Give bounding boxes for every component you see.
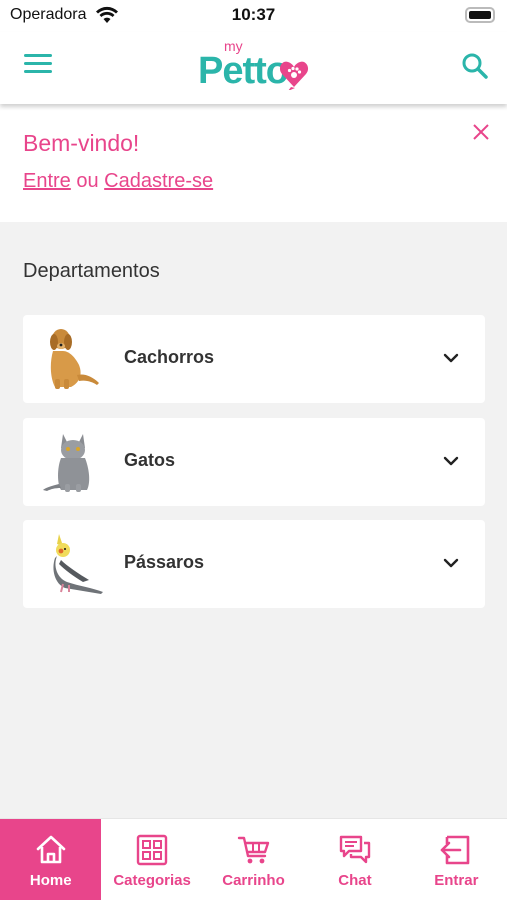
department-label: Pássaros <box>124 552 205 572</box>
department-label: Gatos <box>124 450 176 470</box>
tab-categorias[interactable]: Categorias <box>101 819 202 900</box>
status-bar: Operadora 10:37 <box>0 0 507 32</box>
signup-link[interactable]: Cadastre-se <box>104 170 213 192</box>
cat-image <box>43 434 90 492</box>
clock: 10:37 <box>231 5 276 24</box>
hamburger-icon <box>24 54 52 57</box>
close-icon[interactable] <box>471 122 491 142</box>
welcome-title: Bem-vindo! <box>23 130 140 156</box>
tab-chat[interactable]: Chat <box>304 819 405 900</box>
department-card-passaros[interactable]: Pássaros <box>23 520 485 608</box>
search-icon[interactable] <box>461 52 489 80</box>
tab-label: Entrar <box>434 872 479 889</box>
bottom-tab-bar: Home Categorias Carrinho Chat Entrar <box>0 818 507 900</box>
tab-entrar[interactable]: Entrar <box>406 819 507 900</box>
logo-petto-text: Petto <box>198 50 289 92</box>
menu-button[interactable] <box>24 54 52 80</box>
app-header: my Petto <box>0 32 507 104</box>
department-label: Cachorros <box>124 347 215 367</box>
chevron-down-icon <box>443 456 459 466</box>
grid-icon <box>136 834 168 866</box>
tab-label: Categorias <box>113 872 191 889</box>
app-logo: my Petto <box>196 38 316 98</box>
login-link[interactable]: Entre <box>23 170 71 192</box>
chat-icon <box>339 835 371 864</box>
cart-icon <box>237 836 269 864</box>
welcome-links: Entre ou Cadastre-se <box>23 170 213 193</box>
heart-paw-icon <box>279 61 309 90</box>
or-text: ou <box>70 170 105 192</box>
department-card-gatos[interactable]: Gatos <box>23 418 485 506</box>
welcome-banner: Bem-vindo! Entre ou Cadastre-se <box>0 104 507 222</box>
tab-label: Carrinho <box>222 872 285 889</box>
department-card-cachorros[interactable]: Cachorros <box>23 315 485 403</box>
bird-image <box>53 534 103 594</box>
departments-title: Departamentos <box>23 260 160 282</box>
home-icon <box>36 835 66 864</box>
battery-icon <box>465 7 495 23</box>
dog-image <box>50 329 99 389</box>
chevron-down-icon <box>443 558 459 568</box>
chevron-down-icon <box>443 353 459 363</box>
tab-home[interactable]: Home <box>0 819 102 900</box>
tab-carrinho[interactable]: Carrinho <box>203 819 304 900</box>
login-icon <box>441 835 470 865</box>
tab-label: Chat <box>338 872 372 889</box>
tab-label: Home <box>29 872 72 889</box>
